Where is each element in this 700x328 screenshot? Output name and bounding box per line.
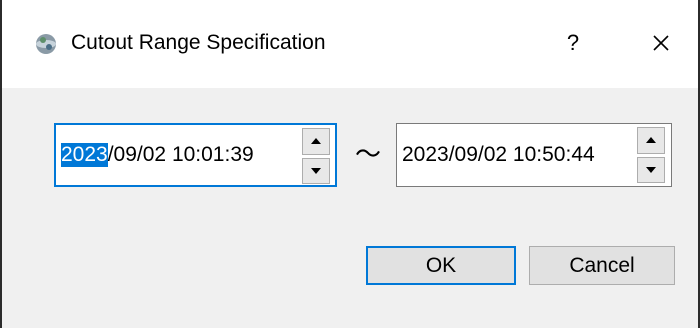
help-button[interactable]: ?: [553, 22, 593, 64]
cutout-range-dialog: Cutout Range Specification ? 2023/09/02 …: [0, 0, 700, 328]
start-year-selected[interactable]: 2023: [61, 143, 108, 167]
close-icon: [653, 35, 669, 51]
start-datetime-text[interactable]: 2023/09/02 10:01:39: [61, 125, 254, 185]
end-spin-up-button[interactable]: [637, 127, 665, 154]
title-bar: Cutout Range Specification ?: [2, 0, 698, 88]
end-spinner[interactable]: [637, 127, 665, 183]
ok-button[interactable]: OK: [366, 246, 516, 285]
arrow-up-icon: [311, 138, 321, 145]
arrow-down-icon: [646, 166, 656, 173]
start-datetime-field[interactable]: 2023/09/02 10:01:39: [54, 123, 337, 187]
end-spin-down-button[interactable]: [637, 156, 665, 183]
arrow-up-icon: [646, 137, 656, 144]
start-datetime-rest: /09/02 10:01:39: [107, 143, 254, 166]
range-separator: ～: [354, 139, 381, 169]
start-spin-up-button[interactable]: [302, 128, 330, 155]
close-button[interactable]: [640, 22, 682, 64]
arrow-down-icon: [311, 167, 321, 174]
start-spin-down-button[interactable]: [302, 157, 330, 184]
globe-app-icon: [35, 33, 57, 55]
end-datetime-text[interactable]: 2023/09/02 10:50:44: [402, 124, 595, 186]
start-spinner[interactable]: [302, 128, 330, 184]
cancel-button[interactable]: Cancel: [529, 246, 675, 285]
end-datetime-field[interactable]: 2023/09/02 10:50:44: [396, 123, 672, 187]
window-title: Cutout Range Specification: [71, 31, 326, 54]
